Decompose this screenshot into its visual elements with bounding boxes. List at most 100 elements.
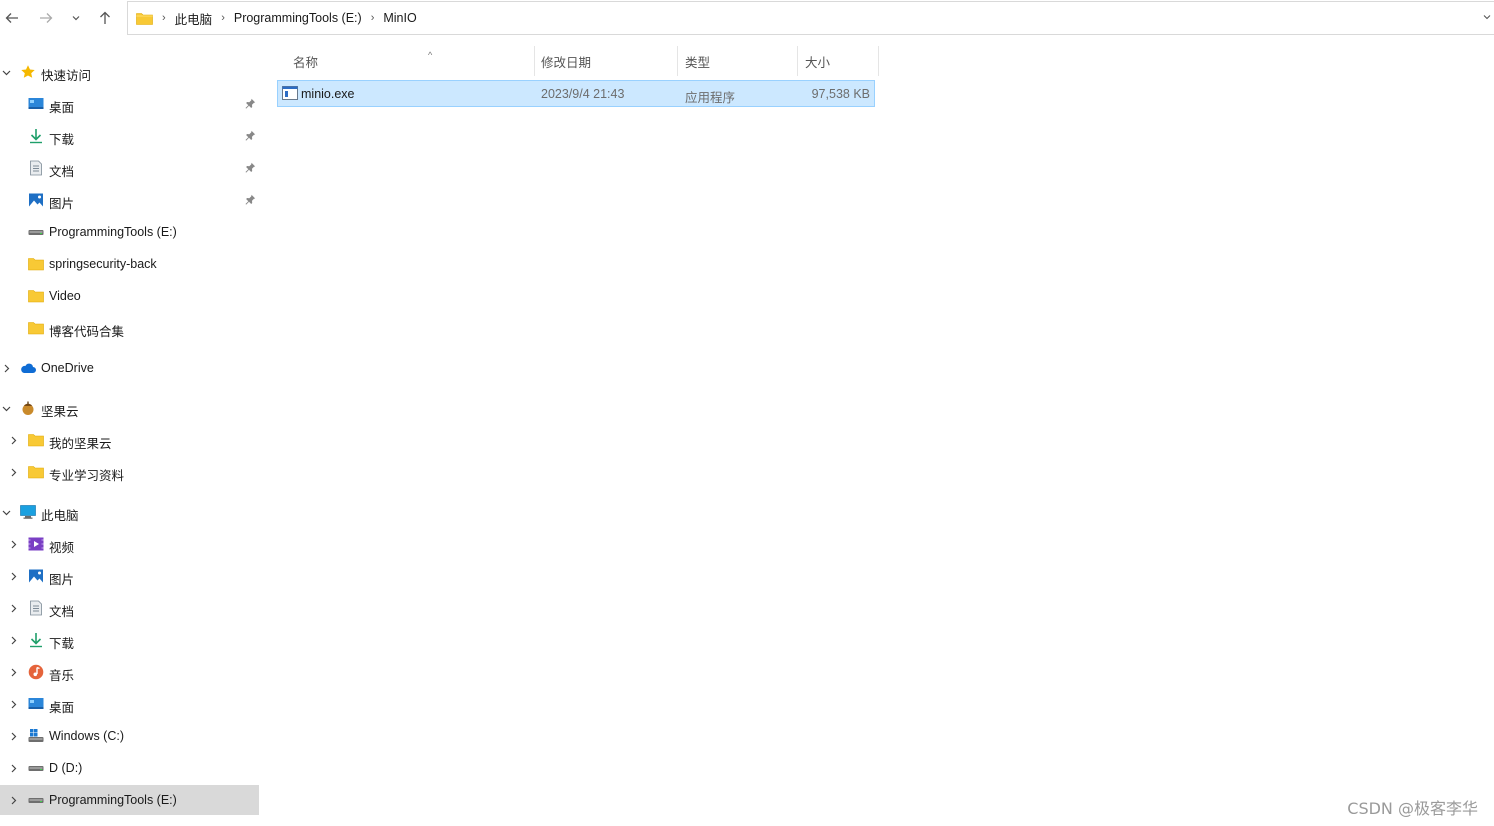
column-header-label: 大小 [805, 55, 831, 70]
navigation-pane: 快速访问 桌面 下载 文档 图片 ProgrammingTools (E:) s… [0, 40, 262, 826]
nav-label: 博客代码合集 [49, 325, 125, 339]
column-header-name[interactable]: 名称 ^ [286, 46, 535, 76]
nav-pc-programmingtools-e[interactable]: ProgrammingTools (E:) [0, 785, 259, 815]
nav-quick-blog-code[interactable]: 博客代码合集 [0, 313, 259, 343]
nav-label: Video [49, 289, 81, 303]
collapse-chevron-icon[interactable] [0, 66, 12, 78]
recent-locations-button[interactable] [64, 6, 88, 30]
nav-label: 桌面 [49, 101, 75, 115]
folder-icon [28, 290, 44, 303]
nav-label: ProgrammingTools (E:) [49, 793, 177, 807]
cloud-icon [21, 363, 36, 373]
folder-icon [28, 466, 44, 479]
expand-chevron-icon[interactable] [7, 762, 19, 774]
nav-pc-videos[interactable]: 视频 [0, 529, 259, 559]
nav-label: 坚果云 [41, 405, 79, 419]
folder-icon [136, 13, 153, 25]
column-header-label: 修改日期 [541, 55, 592, 70]
breadcrumb-drive[interactable]: ProgrammingTools (E:) [234, 11, 362, 25]
nav-quick-pictures[interactable]: 图片 [0, 185, 259, 215]
collapse-chevron-icon[interactable] [0, 506, 12, 518]
desktop-icon [28, 698, 44, 709]
nav-quick-access[interactable]: 快速访问 [0, 57, 259, 87]
nav-pc-documents[interactable]: 文档 [0, 593, 259, 623]
expand-chevron-icon[interactable] [7, 602, 19, 614]
nav-label: 我的坚果云 [49, 437, 112, 451]
executable-icon [282, 86, 298, 100]
expand-chevron-icon[interactable] [7, 538, 19, 550]
expand-chevron-icon[interactable] [7, 434, 19, 446]
nav-this-pc[interactable]: 此电脑 [0, 497, 259, 527]
expand-chevron-icon[interactable] [7, 666, 19, 678]
nav-quick-video[interactable]: Video [0, 281, 259, 311]
sort-ascending-icon: ^ [428, 50, 433, 60]
address-bar[interactable]: › 此电脑 › ProgrammingTools (E:) › MinIO [127, 1, 1494, 35]
file-size: 97,538 KB [811, 87, 870, 101]
nav-pc-windows-c[interactable]: Windows (C:) [0, 721, 259, 751]
drive-icon [28, 798, 44, 803]
column-header-label: 名称 [293, 55, 319, 70]
nav-quick-downloads[interactable]: 下载 [0, 121, 259, 151]
pin-icon[interactable] [245, 162, 256, 173]
file-row[interactable]: minio.exe 2023/9/4 21:43 应用程序 97,538 KB [277, 80, 875, 107]
nav-quick-programmingtools[interactable]: ProgrammingTools (E:) [0, 217, 259, 247]
nav-pc-music[interactable]: 音乐 [0, 657, 259, 687]
nav-label: 此电脑 [41, 509, 79, 523]
nav-label: 桌面 [49, 701, 75, 715]
nav-nutstore[interactable]: 坚果云 [0, 393, 259, 423]
column-header-type[interactable]: 类型 [678, 46, 798, 76]
expand-chevron-icon[interactable] [7, 634, 19, 646]
column-header-modified[interactable]: 修改日期 [534, 46, 678, 76]
file-list: 名称 ^ 修改日期 类型 大小 minio.exe 2023/9/4 21:43… [262, 40, 1494, 826]
nav-pc-drive-d[interactable]: D (D:) [0, 753, 259, 783]
nav-quick-desktop[interactable]: 桌面 [0, 89, 259, 119]
breadcrumb-separator[interactable]: › [162, 12, 166, 24]
nav-quick-springsecurity-back[interactable]: springsecurity-back [0, 249, 259, 279]
pictures-icon [29, 569, 43, 583]
nav-label: OneDrive [41, 361, 94, 375]
expand-chevron-icon[interactable] [7, 698, 19, 710]
nav-quick-documents[interactable]: 文档 [0, 153, 259, 183]
nav-label: 视频 [49, 541, 75, 555]
nav-pc-pictures[interactable]: 图片 [0, 561, 259, 591]
expand-chevron-icon[interactable] [7, 730, 19, 742]
expand-chevron-icon[interactable] [7, 570, 19, 582]
expand-chevron-icon[interactable] [0, 362, 12, 374]
nav-label: 文档 [49, 165, 75, 179]
breadcrumb-current-folder[interactable]: MinIO [383, 11, 416, 25]
nav-onedrive[interactable]: OneDrive [0, 353, 259, 383]
back-button[interactable] [0, 6, 24, 30]
pin-icon[interactable] [245, 194, 256, 205]
nav-pc-desktop[interactable]: 桌面 [0, 689, 259, 719]
pin-icon[interactable] [245, 130, 256, 141]
breadcrumb-separator[interactable]: › [371, 12, 375, 24]
expand-chevron-icon[interactable] [7, 466, 19, 478]
computer-icon [20, 505, 36, 519]
folder-icon [28, 258, 44, 271]
download-icon [30, 129, 42, 144]
forward-button[interactable] [34, 6, 58, 30]
nav-label: ProgrammingTools (E:) [49, 225, 177, 239]
nav-label: 图片 [49, 573, 75, 587]
arrow-up-icon [100, 11, 110, 24]
nav-label: 音乐 [49, 669, 75, 683]
nav-label: 下载 [49, 133, 75, 147]
file-name: minio.exe [301, 87, 355, 101]
breadcrumb-this-pc[interactable]: 此电脑 [175, 9, 213, 28]
column-header-size[interactable]: 大小 [798, 46, 879, 76]
file-modified: 2023/9/4 21:43 [541, 87, 625, 101]
arrow-right-icon [40, 13, 53, 23]
drive-icon [28, 766, 44, 771]
breadcrumb-separator[interactable]: › [221, 12, 225, 24]
nav-nutstore-study[interactable]: 专业学习资料 [0, 457, 259, 487]
expand-chevron-icon[interactable] [7, 794, 19, 806]
pin-icon[interactable] [245, 98, 256, 109]
address-history-dropdown[interactable] [1482, 12, 1492, 25]
collapse-chevron-icon[interactable] [0, 402, 12, 414]
nav-pc-downloads[interactable]: 下载 [0, 625, 259, 655]
nav-nutstore-my[interactable]: 我的坚果云 [0, 425, 259, 455]
nav-label: 文档 [49, 605, 75, 619]
nav-label: 专业学习资料 [49, 469, 125, 483]
up-button[interactable] [93, 6, 117, 30]
watermark: CSDN @极客李华 [1347, 799, 1478, 818]
